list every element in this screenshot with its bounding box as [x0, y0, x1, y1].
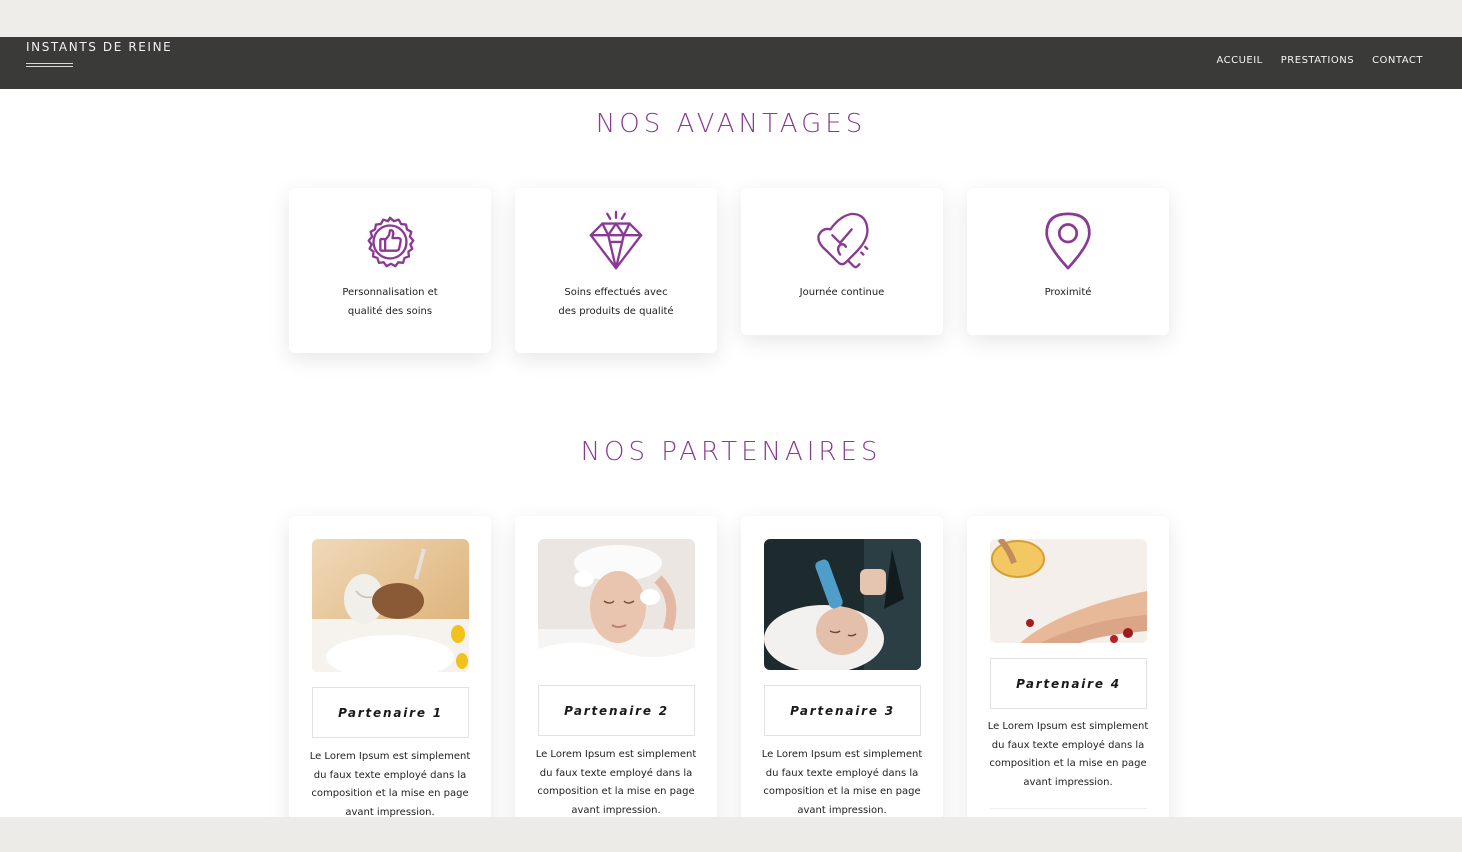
advantage-label: Soins effectués avec des produits de qua… — [558, 287, 674, 317]
partner-description: Le Lorem Ipsum est simplement du faux te… — [535, 749, 697, 816]
partner-name: Partenaire 3 — [790, 703, 895, 718]
partner-description: Le Lorem Ipsum est simplement du faux te… — [761, 749, 923, 816]
partner-photo — [312, 539, 469, 672]
nav-link-prestations[interactable]: PRESTATIONS — [1281, 55, 1354, 66]
advantage-card: Personnalisation et qualité des soins — [289, 188, 491, 353]
nav-link-contact[interactable]: CONTACT — [1372, 55, 1423, 66]
partner-name-box[interactable]: Partenaire 4 — [990, 658, 1147, 709]
partner-name-box[interactable]: Partenaire 3 — [764, 685, 921, 736]
partner-card: Partenaire 1 Le Lorem Ipsum est simpleme… — [289, 516, 491, 817]
partner-name-box[interactable]: Partenaire 1 — [312, 687, 469, 738]
advantage-card: Journée continue — [741, 188, 943, 335]
advantage-card: Soins effectués avec des produits de qua… — [515, 188, 717, 353]
nav-link-accueil[interactable]: ACCUEIL — [1216, 55, 1262, 66]
partner-photo — [990, 539, 1147, 643]
partner-photo — [538, 539, 695, 670]
advantage-label: Personnalisation et qualité des soins — [342, 287, 438, 317]
advantages-title: NOS AVANTAGES — [595, 109, 867, 139]
partner-description: Le Lorem Ipsum est simplement du faux te… — [987, 721, 1149, 788]
browser-bottom-band — [0, 817, 1462, 852]
diamond-icon — [589, 210, 643, 270]
advantage-label: Journée continue — [799, 287, 885, 298]
partner-name-box[interactable]: Partenaire 2 — [538, 685, 695, 736]
card-divider — [990, 808, 1147, 809]
advantage-card: Proximité — [967, 188, 1169, 335]
advantage-label: Proximité — [1044, 287, 1092, 298]
main-nav: ACCUEIL PRESTATIONS CONTACT — [1216, 55, 1423, 66]
partner-name: Partenaire 4 — [1016, 676, 1121, 691]
thumbs-up-badge-icon — [367, 216, 415, 268]
brand-underline — [26, 63, 73, 67]
page-content: NOS AVANTAGES Personnalisation et qualit… — [0, 89, 1462, 817]
partner-card: Partenaire 2 Le Lorem Ipsum est simpleme… — [515, 516, 717, 817]
site-navbar: INSTANTS DE REINE ACCUEIL PRESTATIONS CO… — [0, 37, 1462, 89]
heart-check-icon — [817, 212, 869, 269]
map-pin-icon — [1045, 212, 1091, 270]
partner-description: Le Lorem Ipsum est simplement du faux te… — [309, 751, 471, 817]
browser-top-band — [0, 0, 1462, 37]
brand-logo[interactable]: INSTANTS DE REINE — [26, 40, 172, 54]
partner-name: Partenaire 1 — [338, 705, 443, 720]
partners-title: NOS PARTENAIRES — [580, 437, 882, 467]
partner-card: Partenaire 3 Le Lorem Ipsum est simpleme… — [741, 516, 943, 817]
partner-card: Partenaire 4 Le Lorem Ipsum est simpleme… — [967, 516, 1169, 817]
partner-name: Partenaire 2 — [564, 703, 669, 718]
partner-photo — [764, 539, 921, 670]
